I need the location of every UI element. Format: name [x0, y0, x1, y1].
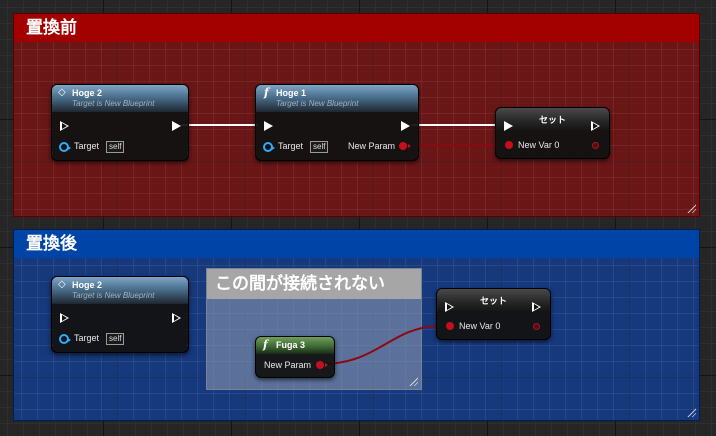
new-var-in-pin[interactable] [446, 322, 454, 330]
new-var-label: New Var 0 [518, 140, 560, 150]
exec-out-pin[interactable] [591, 121, 600, 131]
exec-in-pin[interactable] [504, 121, 513, 131]
target-pin[interactable] [263, 142, 275, 152]
node-subtitle: Target is New Blueprint [72, 99, 155, 108]
exec-out-pin[interactable] [172, 121, 181, 131]
node-title: Fuga 3 [276, 340, 306, 350]
function-f-icon: f [263, 338, 268, 351]
node-after-set[interactable]: セット New Var 0 [436, 288, 551, 340]
exec-in-pin[interactable] [60, 121, 69, 131]
node-title: Hoge 2 [72, 280, 103, 290]
self-default-value[interactable]: self [106, 141, 125, 153]
node-subtitle: Target is New Blueprint [276, 99, 359, 108]
wire-layer [181, 124, 505, 365]
self-default-value[interactable]: self [106, 333, 125, 345]
new-param-out-pin[interactable] [399, 142, 411, 150]
exec-in-pin[interactable] [445, 302, 454, 312]
target-pin[interactable] [59, 142, 71, 152]
target-label: Target [278, 141, 304, 151]
target-label: Target [74, 141, 100, 151]
target-pin[interactable] [59, 334, 71, 344]
new-var-in-pin[interactable] [505, 141, 513, 149]
exec-out-pin[interactable] [532, 302, 541, 312]
data-wire-fuga3-to-set[interactable] [320, 325, 442, 365]
exec-out-pin[interactable] [172, 313, 181, 323]
node-title: Hoge 1 [276, 88, 307, 98]
node-title: Hoge 2 [72, 88, 103, 98]
node-after-fuga3[interactable]: f Fuga 3 New Param [255, 336, 335, 378]
new-param-label: New Param [264, 360, 312, 370]
new-var-out-pin[interactable] [533, 323, 540, 330]
node-before-hoge1[interactable]: f Hoge 1 Target is New Blueprint Target … [255, 84, 419, 161]
new-var-label: New Var 0 [459, 321, 501, 331]
new-var-out-pin[interactable] [592, 142, 599, 149]
diamond-icon: ◇ [58, 87, 66, 98]
new-param-label: New Param [348, 141, 396, 151]
target-label: Target [74, 333, 100, 343]
new-param-out-pin[interactable] [316, 361, 328, 369]
node-before-set[interactable]: セット New Var 0 [495, 107, 610, 159]
exec-out-pin[interactable] [401, 121, 410, 131]
node-before-hoge2[interactable]: ◇ Hoge 2 Target is New Blueprint Target … [51, 84, 189, 161]
exec-in-pin[interactable] [264, 121, 273, 131]
function-f-icon: f [264, 86, 269, 99]
diamond-icon: ◇ [58, 279, 66, 290]
node-subtitle: Target is New Blueprint [72, 291, 155, 300]
exec-in-pin[interactable] [60, 313, 69, 323]
self-default-value[interactable]: self [310, 141, 329, 153]
node-after-hoge2[interactable]: ◇ Hoge 2 Target is New Blueprint Target … [51, 276, 189, 353]
